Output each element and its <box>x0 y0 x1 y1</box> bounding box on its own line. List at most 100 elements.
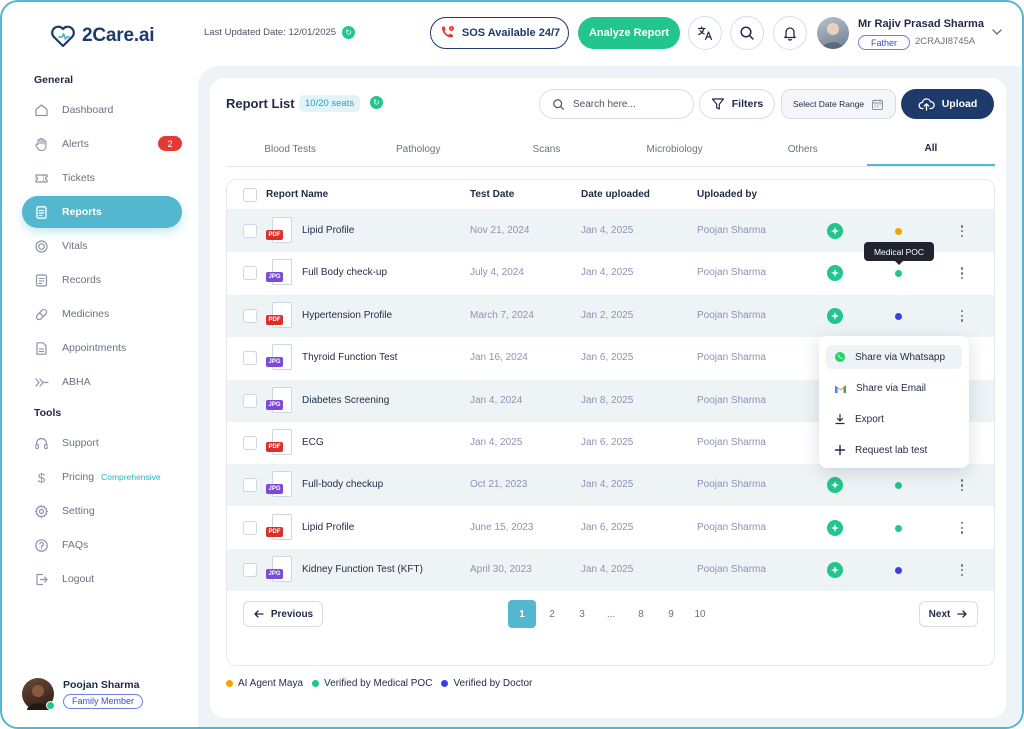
app-logo[interactable]: 2Care.ai <box>50 24 155 48</box>
report-name[interactable]: Diabetes Screening <box>302 395 389 406</box>
table-row[interactable]: JPG Kidney Function Test (KFT) April 30, 2… <box>227 549 994 592</box>
ai-analysis-icon[interactable] <box>827 519 843 536</box>
test-date: March 7, 2024 <box>470 309 534 321</box>
row-checkbox[interactable] <box>243 520 257 535</box>
page-number-1[interactable]: 1 <box>508 600 536 628</box>
report-name[interactable]: Kidney Function Test (KFT) <box>302 564 423 575</box>
menu-item-share-whatsapp[interactable]: Share via Whatsapp <box>826 345 962 369</box>
translate-button[interactable] <box>688 16 722 50</box>
sparkle-icon <box>831 566 839 575</box>
more-options-icon[interactable] <box>957 520 967 536</box>
more-options-icon[interactable] <box>957 223 967 239</box>
report-name[interactable]: Full Body check-up <box>302 267 387 278</box>
next-page-button[interactable]: Next <box>919 601 978 627</box>
sidebar-item-dashboard[interactable]: Dashboard <box>22 94 182 126</box>
pricing-plan: Comprehensive <box>101 472 161 482</box>
report-name[interactable]: Thyroid Function Test <box>302 352 397 363</box>
sidebar-item-medicines[interactable]: Medicines <box>22 298 182 330</box>
member-profile[interactable]: Poojan Sharma Family Member <box>22 678 144 710</box>
sidebar-item-faqs[interactable]: FAQs <box>22 529 182 561</box>
sidebar-item-alerts[interactable]: Alerts 2 <box>22 128 182 160</box>
row-checkbox[interactable] <box>243 478 257 493</box>
analyze-report-button[interactable]: Analyze Report <box>578 17 680 49</box>
sidebar-item-appointments[interactable]: Appointments <box>22 332 182 364</box>
sidebar-item-logout[interactable]: Logout <box>22 563 182 595</box>
row-checkbox[interactable] <box>243 266 257 281</box>
menu-item-share-email[interactable]: Share via Email <box>826 376 962 400</box>
select-all-checkbox[interactable] <box>243 188 257 202</box>
previous-page-button[interactable]: Previous <box>243 601 323 627</box>
tab-microbiology[interactable]: Microbiology <box>611 132 739 166</box>
row-checkbox[interactable] <box>243 351 257 366</box>
tab-all[interactable]: All <box>866 132 996 166</box>
ai-analysis-icon[interactable] <box>827 307 843 324</box>
column-uploaded-by[interactable]: Uploaded by <box>697 189 757 200</box>
row-checkbox[interactable] <box>243 393 257 408</box>
refresh-icon[interactable]: ↻ <box>370 96 383 109</box>
search-field[interactable] <box>539 89 694 119</box>
column-report-name[interactable]: Report Name <box>266 189 328 200</box>
sidebar-item-support[interactable]: Support <box>22 427 182 459</box>
sidebar-item-tickets[interactable]: Tickets <box>22 162 182 194</box>
table-row[interactable]: JPG Full-body checkup Oct 21, 2023 Jan 4, 2… <box>227 464 994 507</box>
date-range-picker[interactable]: Select Date Range <box>781 89 896 119</box>
sidebar-item-reports[interactable]: Reports <box>22 196 182 228</box>
page-number-2[interactable]: 2 <box>538 600 566 628</box>
ai-analysis-icon[interactable] <box>827 265 843 282</box>
more-options-icon[interactable] <box>957 308 967 324</box>
table-header: Report Name Test Date Date uploaded Uplo… <box>227 180 994 210</box>
sparkle-icon <box>831 227 839 235</box>
user-avatar[interactable] <box>817 17 849 49</box>
chevron-down-icon[interactable] <box>991 26 1003 38</box>
report-name[interactable]: ECG <box>302 437 324 448</box>
sparkle-icon <box>831 311 839 320</box>
tab-blood-tests[interactable]: Blood Tests <box>226 132 354 166</box>
sidebar-item-vitals[interactable]: Vitals <box>22 230 182 262</box>
report-name[interactable]: Lipid Profile <box>302 225 354 236</box>
page-number-3[interactable]: 3 <box>568 600 596 628</box>
menu-item-request-lab-test[interactable]: Request lab test <box>826 438 962 462</box>
table-row[interactable]: PDF Lipid Profile June 15, 2023 Jan 6, 2025… <box>227 507 994 549</box>
ai-analysis-icon[interactable] <box>827 223 843 239</box>
search-input[interactable] <box>573 98 683 110</box>
column-test-date[interactable]: Test Date <box>470 189 514 200</box>
sidebar-item-setting[interactable]: Setting <box>22 495 182 527</box>
search-button[interactable] <box>730 16 764 50</box>
verification-status-dot[interactable] <box>895 312 902 320</box>
verification-status-dot[interactable] <box>895 228 902 235</box>
more-options-icon[interactable] <box>957 265 967 281</box>
verification-status-dot[interactable] <box>895 482 902 490</box>
report-name[interactable]: Full-body checkup <box>302 479 383 490</box>
verification-status-dot[interactable] <box>895 567 902 575</box>
file-type-tag: JPG <box>266 357 283 368</box>
sidebar-item-records[interactable]: Records <box>22 264 182 296</box>
sync-icon[interactable]: ↻ <box>342 26 356 39</box>
page-number-9[interactable]: 9 <box>657 600 685 628</box>
row-checkbox[interactable] <box>243 224 257 238</box>
upload-button[interactable]: Upload <box>901 89 994 119</box>
verification-status-dot[interactable] <box>895 524 902 532</box>
sos-button[interactable]: ! SOS Available 24/7 <box>430 17 569 49</box>
report-name[interactable]: Lipid Profile <box>302 522 354 533</box>
verification-status-dot[interactable] <box>895 270 902 278</box>
tab-pathology[interactable]: Pathology <box>354 132 482 166</box>
tab-others[interactable]: Others <box>739 132 867 166</box>
more-options-icon[interactable] <box>957 477 967 493</box>
column-date-uploaded[interactable]: Date uploaded <box>581 189 650 200</box>
row-checkbox[interactable] <box>243 563 257 578</box>
ai-analysis-icon[interactable] <box>827 477 843 494</box>
row-checkbox[interactable] <box>243 436 257 450</box>
menu-item-export[interactable]: Export <box>826 407 962 431</box>
table-row[interactable]: PDF Hypertension Profile March 7, 2024 Jan … <box>227 294 994 337</box>
filters-button[interactable]: Filters <box>699 89 775 119</box>
page-number-8[interactable]: 8 <box>627 600 655 628</box>
notifications-button[interactable] <box>773 16 807 50</box>
row-checkbox[interactable] <box>243 308 257 323</box>
ai-analysis-icon[interactable] <box>827 562 843 579</box>
tab-scans[interactable]: Scans <box>482 132 610 166</box>
report-name[interactable]: Hypertension Profile <box>302 310 392 321</box>
page-number-10[interactable]: 10 <box>686 600 714 628</box>
sidebar-item-pricing[interactable]: $ Pricing Comprehensive <box>22 461 182 493</box>
more-options-icon[interactable] <box>957 562 967 578</box>
sidebar-item-abha[interactable]: ABHA <box>22 366 182 398</box>
